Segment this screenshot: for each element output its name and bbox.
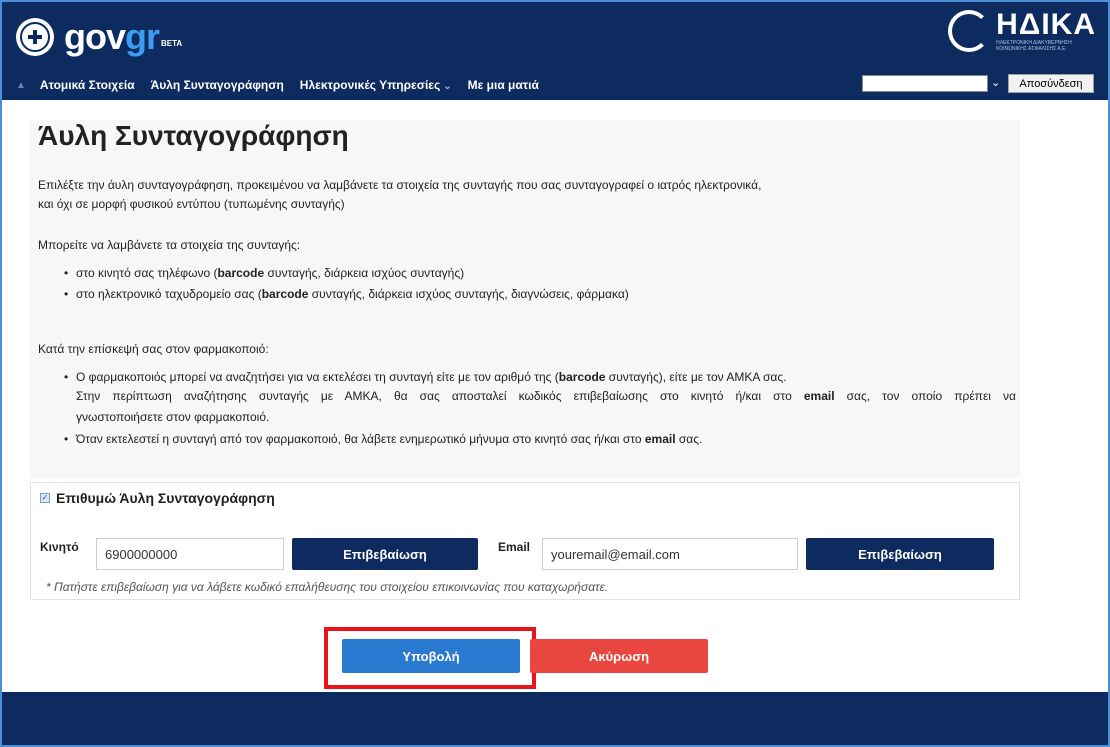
paperless-checkbox-row[interactable]: ✓ Επιθυμώ Άυλη Συνταγογράφηση: [40, 490, 275, 506]
pharmacy-heading: Κατά την επίσκεψή σας στον φαρμακοποιό:: [38, 342, 269, 356]
confirmation-hint: * Πατήστε επιβεβαίωση για να λάβετε κωδι…: [46, 580, 609, 594]
nav-select-dropdown[interactable]: [862, 75, 988, 92]
intro-line-2: και όχι σε μορφή φυσικού εντύπου (τυπωμέ…: [38, 197, 345, 211]
submit-button[interactable]: Υποβολή: [342, 639, 520, 673]
page-title: Άυλη Συνταγογράφηση: [38, 120, 349, 151]
pharmacy-item-search-cont: Στην περίπτωση αναζήτησης συνταγής με ΑΜ…: [76, 389, 1016, 403]
idika-logo: ΗΔΙΚΑ ΗΛΕΚΤΡΟΝΙΚΗ ΔΙΑΚΥΒΕΡΝΗΣΗ ΚΟΙΝΩΝΙΚΗ…: [948, 10, 1096, 52]
logout-button[interactable]: Αποσύνδεση: [1008, 74, 1094, 93]
beta-badge: BETA: [161, 39, 183, 48]
idika-subtitle-2: ΚΟΙΝΩΝΙΚΗΣ ΑΣΦΑΛΙΣΗΣ Α.Ε.: [996, 46, 1067, 52]
site-header: govgr BETA ΗΔΙΚΑ ΗΛΕΚΤΡΟΝΙΚΗ ΔΙΑΚΥΒΕΡΝΗΣ…: [2, 2, 1108, 100]
email-label: Email: [498, 540, 531, 554]
main-nav: ▲ Ατομικά Στοιχεία Άυλη Συνταγογράφηση Η…: [2, 72, 1108, 98]
pharmacy-item-search: Ο φαρμακοποιός μπορεί να αναζητήσει για …: [64, 368, 786, 387]
mobile-label: Κινητό: [40, 540, 79, 554]
chevron-down-icon[interactable]: ⌄: [991, 76, 1000, 89]
nav-item-personal-info[interactable]: Ατομικά Στοιχεία: [40, 78, 135, 92]
main-content: Άυλη Συνταγογράφηση Επιλέξτε την άυλη συ…: [2, 100, 1108, 692]
greek-emblem-icon: [16, 18, 54, 56]
nav-item-paperless-prescription[interactable]: Άυλη Συνταγογράφηση: [151, 78, 284, 92]
email-input[interactable]: youremail@email.com: [542, 538, 798, 570]
idika-circle-icon: [948, 10, 991, 52]
receive-item-email: στο ηλεκτρονικό ταχυδρομείο σας (barcode…: [64, 285, 629, 304]
intro-line-1: Επιλέξτε την άυλη συνταγογράφηση, προκει…: [38, 178, 762, 192]
paperless-checkbox-label[interactable]: Επιθυμώ Άυλη Συνταγογράφηση: [56, 490, 275, 506]
browser-frame: govgr BETA ΗΔΙΚΑ ΗΛΕΚΤΡΟΝΙΚΗ ΔΙΑΚΥΒΕΡΝΗΣ…: [0, 0, 1110, 747]
idika-title: ΗΔΙΚΑ: [996, 8, 1096, 41]
email-confirm-button[interactable]: Επιβεβαίωση: [806, 538, 994, 570]
nav-item-at-a-glance[interactable]: Με μια ματιά: [468, 78, 539, 92]
mobile-input[interactable]: 6900000000: [96, 538, 284, 570]
pharmacy-item-search-cont-2: γνωστοποιήσετε στον φαρμακοποιό.: [76, 410, 270, 424]
receive-heading: Μπορείτε να λαμβάνετε τα στοιχεία της συ…: [38, 238, 301, 252]
site-footer: [2, 692, 1108, 745]
chevron-down-icon: ⌄: [443, 81, 452, 92]
pharmacy-item-notify: Όταν εκτελεστεί η συνταγή από τον φαρμακ…: [64, 430, 702, 449]
mobile-confirm-button[interactable]: Επιβεβαίωση: [292, 538, 478, 570]
govgr-logo[interactable]: govgr BETA: [16, 16, 182, 58]
paperless-checkbox[interactable]: ✓: [40, 493, 50, 503]
nav-up-arrow-icon[interactable]: ▲: [16, 80, 26, 91]
logo-text: govgr: [64, 16, 160, 57]
cancel-button[interactable]: Ακύρωση: [530, 639, 708, 673]
receive-item-mobile: στο κινητό σας τηλέφωνο (barcode συνταγή…: [64, 264, 464, 283]
nav-item-electronic-services[interactable]: Ηλεκτρονικές Υπηρεσίες ⌄: [300, 78, 452, 92]
